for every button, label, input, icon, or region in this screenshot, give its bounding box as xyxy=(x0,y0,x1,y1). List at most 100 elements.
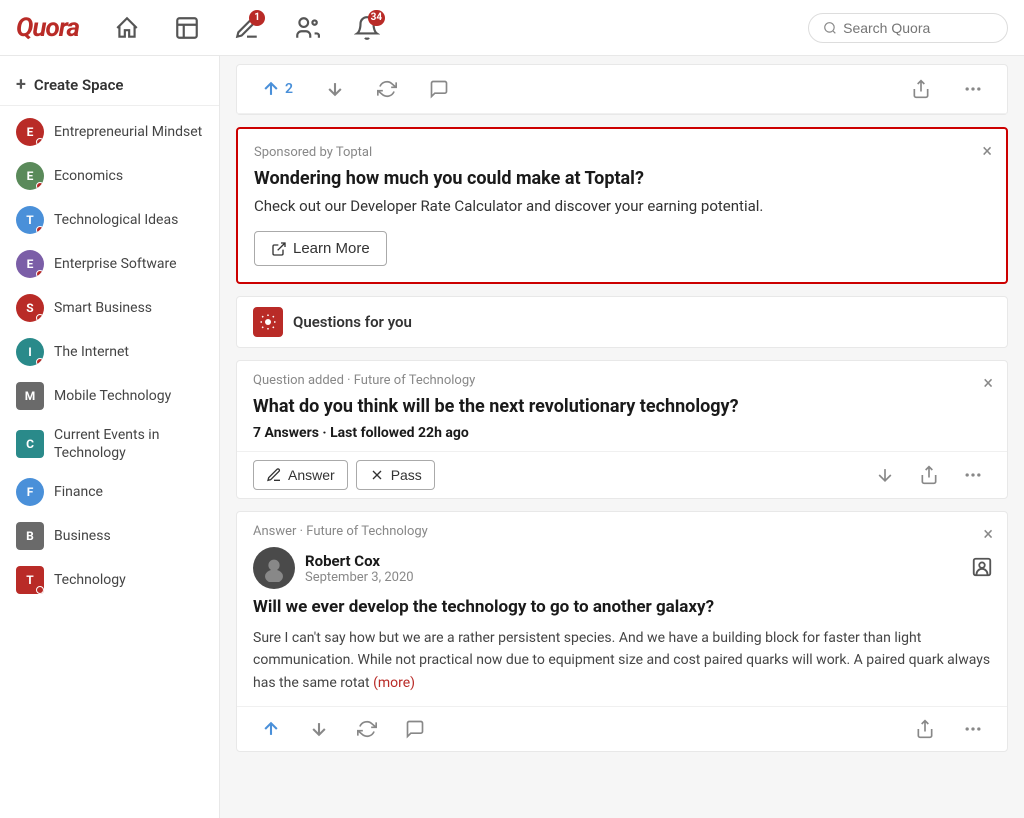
search-input[interactable] xyxy=(843,20,993,36)
sidebar-item-business[interactable]: B Business xyxy=(0,514,219,558)
sidebar-item-smart-business[interactable]: S Smart Business xyxy=(0,286,219,330)
answer-author: Robert Cox September 3, 2020 xyxy=(237,547,1007,597)
a-upvote-icon xyxy=(261,719,281,739)
answer-text-content: Sure I can't say how but we are a rather… xyxy=(253,630,990,691)
sidebar-item-the-internet[interactable]: I The Internet xyxy=(0,330,219,374)
sidebar-item-enterprise-software[interactable]: E Enterprise Software xyxy=(0,242,219,286)
search-bar[interactable] xyxy=(808,13,1008,43)
author-name: Robert Cox xyxy=(305,552,414,570)
separator: · xyxy=(322,425,330,441)
a-comment-button[interactable] xyxy=(397,715,433,743)
more-link[interactable]: (more) xyxy=(373,675,415,691)
comment-icon xyxy=(429,79,449,99)
sidebar-item-economics[interactable]: E Economics xyxy=(0,154,219,198)
notification-dot xyxy=(36,226,44,234)
sidebar-avatar-business: B xyxy=(16,522,44,550)
ad-description: Check out our Developer Rate Calculator … xyxy=(254,197,990,215)
sidebar-label: Business xyxy=(54,527,111,545)
sidebar-label: Technological Ideas xyxy=(54,211,178,229)
sidebar-label: Enterprise Software xyxy=(54,255,177,273)
sidebar-item-finance[interactable]: F Finance xyxy=(0,470,219,514)
a-share-button[interactable] xyxy=(907,715,943,743)
a-more-icon xyxy=(963,719,983,739)
sidebar-avatar-entrepreneurial: E xyxy=(16,118,44,146)
q-more-icon xyxy=(963,465,983,485)
follow-button[interactable] xyxy=(971,556,993,582)
q-downvote-icon xyxy=(875,465,895,485)
sidebar-label: Entrepreneurial Mindset xyxy=(54,123,202,141)
answer-nav-icon[interactable]: 1 xyxy=(227,8,267,48)
sidebar-avatar-economics: E xyxy=(16,162,44,190)
q-more-button[interactable] xyxy=(955,461,991,489)
notification-dot xyxy=(36,586,44,594)
feed-nav-icon[interactable] xyxy=(167,8,207,48)
learn-more-button[interactable]: Learn More xyxy=(254,231,387,266)
q-share-button[interactable] xyxy=(911,461,947,489)
sidebar-label: Smart Business xyxy=(54,299,152,317)
quora-logo[interactable]: Quora xyxy=(16,13,79,43)
a-downvote-button[interactable] xyxy=(301,715,337,743)
qfy-label: Questions for you xyxy=(293,313,412,331)
ad-card: Sponsored by Toptal Wondering how much y… xyxy=(236,127,1008,284)
sidebar-avatar-mobile: M xyxy=(16,382,44,410)
a-more-button[interactable] xyxy=(955,715,991,743)
notification-dot xyxy=(36,138,44,146)
more-button[interactable] xyxy=(955,75,991,103)
pass-button[interactable]: Pass xyxy=(356,460,435,490)
sidebar-item-technological-ideas[interactable]: T Technological Ideas xyxy=(0,198,219,242)
notification-dot xyxy=(36,358,44,366)
question-actions: Answer Pass xyxy=(237,451,1007,498)
answers-count: 7 Answers xyxy=(253,425,319,441)
ad-close-button[interactable]: × xyxy=(982,143,992,161)
question-close-button[interactable]: × xyxy=(983,373,993,394)
sidebar-avatar-technology: T xyxy=(16,566,44,594)
sidebar-label: Technology xyxy=(54,571,126,589)
comment-button[interactable] xyxy=(421,75,457,103)
question-card: Question added · Future of Technology Wh… xyxy=(236,360,1008,499)
app-container: Quora 1 xyxy=(0,0,1024,818)
question-meta: Question added · Future of Technology xyxy=(237,361,1007,392)
search-icon xyxy=(823,20,837,36)
a-refresh-button[interactable] xyxy=(349,715,385,743)
answer-close-button[interactable]: × xyxy=(983,524,993,545)
sidebar-item-entrepreneurial-mindset[interactable]: E Entrepreneurial Mindset xyxy=(0,110,219,154)
sidebar-avatar-smart-business: S xyxy=(16,294,44,322)
top-actions-card: 2 xyxy=(236,64,1008,115)
sidebar-item-technology[interactable]: T Technology xyxy=(0,558,219,602)
answer-btn-label: Answer xyxy=(288,467,335,483)
q-downvote-button[interactable] xyxy=(867,461,903,489)
home-nav-icon[interactable] xyxy=(107,8,147,48)
sidebar-avatar-technological: T xyxy=(16,206,44,234)
question-title[interactable]: What do you think will be the next revol… xyxy=(237,392,1007,425)
a-refresh-icon xyxy=(357,719,377,739)
a-downvote-icon xyxy=(309,719,329,739)
upvote-button[interactable]: 2 xyxy=(253,75,301,103)
sidebar-label: Economics xyxy=(54,167,123,185)
answer-card: Answer · Future of Technology Robert Cox… xyxy=(236,511,1008,752)
sidebar-item-mobile-technology[interactable]: M Mobile Technology xyxy=(0,374,219,418)
ad-sponsor-label: Sponsored by Toptal xyxy=(254,145,990,160)
sidebar-label: Current Events in Technology xyxy=(54,426,203,462)
a-upvote-button[interactable] xyxy=(253,715,289,743)
create-space-button[interactable]: + Create Space xyxy=(0,64,219,106)
sidebar-label: The Internet xyxy=(54,343,129,361)
answer-button[interactable]: Answer xyxy=(253,460,348,490)
questions-for-you-banner: Questions for you xyxy=(236,296,1008,348)
more-dots-icon xyxy=(963,79,983,99)
share-icon xyxy=(911,79,931,99)
author-avatar xyxy=(253,547,295,589)
spaces-nav-icon[interactable] xyxy=(287,8,327,48)
refresh-button[interactable] xyxy=(369,75,405,103)
sidebar-avatar-enterprise: E xyxy=(16,250,44,278)
questions-for-you-icon xyxy=(253,307,283,337)
sidebar-item-current-events[interactable]: C Current Events in Technology xyxy=(0,418,219,470)
notifications-nav-icon[interactable]: 34 xyxy=(347,8,387,48)
q-share-icon xyxy=(919,465,939,485)
downvote-button[interactable] xyxy=(317,75,353,103)
share-button[interactable] xyxy=(903,75,939,103)
answer-meta: Answer · Future of Technology xyxy=(237,512,1007,547)
pass-btn-label: Pass xyxy=(391,467,422,483)
notification-dot xyxy=(36,270,44,278)
answer-question-title[interactable]: Will we ever develop the technology to g… xyxy=(237,597,1007,627)
answer-actions xyxy=(237,706,1007,751)
